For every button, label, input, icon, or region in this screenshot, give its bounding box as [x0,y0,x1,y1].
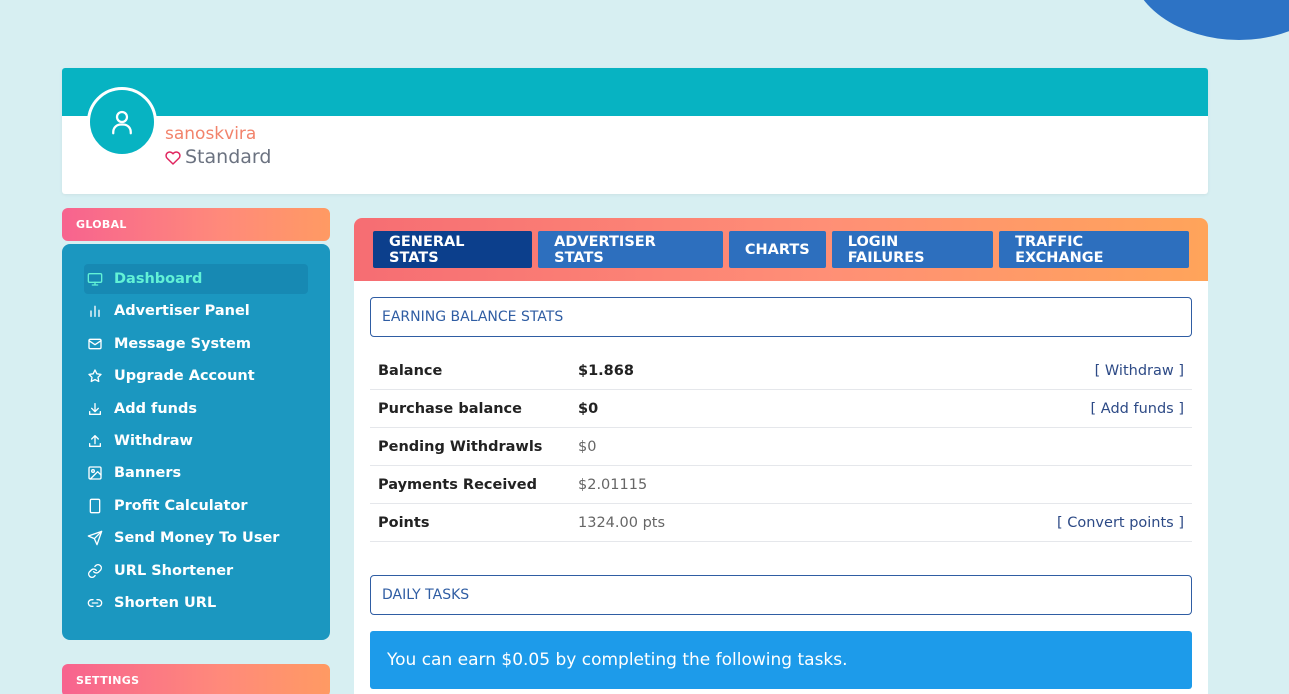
withdraw-link[interactable]: [ Withdraw ] [1095,363,1184,379]
stat-label: Payments Received [378,476,537,493]
stat-value: $1.868 [578,362,634,379]
convert-points-link[interactable]: [ Convert points ] [1057,515,1184,531]
sidebar-item-label: Withdraw [114,432,193,449]
tab-login-failures[interactable]: LOGIN FAILURES [831,231,994,268]
sidebar-item-label: Advertiser Panel [114,303,250,320]
sidebar-item-label: Add funds [114,400,197,417]
membership-level: Standard [165,146,271,168]
sidebar-item-dashboard[interactable]: Dashboard [84,264,308,294]
sidebar-item-withdraw[interactable]: Withdraw [84,426,308,456]
image-icon [86,464,104,482]
sidebar-item-upgrade-account[interactable]: Upgrade Account [84,361,308,391]
user-icon [112,110,132,135]
tab-advertiser-stats[interactable]: ADVERTISER STATS [538,231,723,268]
table-row: Balance $1.868 [ Withdraw ] [370,352,1192,390]
stat-label: Points [378,514,430,531]
sidebar-item-label: Dashboard [114,271,203,287]
earning-balance-title: EARNING BALANCE STATS [370,297,1192,337]
upload-icon [86,432,104,450]
daily-tasks-info: You can earn $0.05 by completing the fol… [370,631,1192,689]
sidebar-item-label: URL Shortener [114,562,234,579]
sidebar-item-url-shortener[interactable]: URL Shortener [84,556,308,586]
sidebar-item-advertiser-panel[interactable]: Advertiser Panel [84,296,308,326]
sidebar-item-label: Profit Calculator [114,497,248,514]
link-icon [86,562,104,580]
sidebar-item-shorten-url[interactable]: Shorten URL [84,588,308,618]
table-row: Payments Received $2.01115 [370,466,1192,504]
sidebar-nav: Dashboard Advertiser Panel Message Syste… [62,244,330,640]
sidebar-item-banners[interactable]: Banners [84,458,308,488]
membership-label: Standard [185,146,272,168]
profile-card: sanoskvira Standard [62,68,1208,194]
sidebar-item-message-system[interactable]: Message System [84,329,308,359]
mail-icon [86,335,104,353]
send-icon [86,529,104,547]
sidebar-item-label: Message System [114,335,251,352]
avatar[interactable] [87,87,157,157]
download-icon [86,400,104,418]
tab-bar: GENERAL STATS ADVERTISER STATS CHARTS LO… [354,218,1208,281]
sidebar-item-send-money[interactable]: Send Money To User [84,523,308,553]
sidebar-item-label: Send Money To User [114,530,280,547]
star-icon [86,367,104,385]
sidebar-item-add-funds[interactable]: Add funds [84,394,308,424]
main-panel: GENERAL STATS ADVERTISER STATS CHARTS LO… [354,218,1208,694]
sidebar-item-profit-calculator[interactable]: Profit Calculator [84,491,308,521]
monitor-icon [86,270,104,288]
sidebar-item-label: Banners [114,465,182,482]
earning-stats-table: Balance $1.868 [ Withdraw ] Purchase bal… [370,352,1192,542]
sidebar-item-label: Shorten URL [114,594,217,611]
sidebar-item-label: Upgrade Account [114,368,255,385]
stat-label: Purchase balance [378,400,522,417]
stat-value: $2.01115 [578,476,648,493]
tab-general-stats[interactable]: GENERAL STATS [373,231,533,268]
stat-value: 1324.00 pts [578,514,666,531]
bar-chart-icon [86,302,104,320]
global-section-header: GLOBAL [62,208,330,241]
link-alt-icon [86,594,104,612]
heart-icon [165,151,181,165]
stat-value: $0 [578,400,599,417]
profile-banner [62,68,1208,116]
tab-charts[interactable]: CHARTS [728,231,826,268]
calculator-icon [86,497,104,515]
table-row: Purchase balance $0 [ Add funds ] [370,390,1192,428]
table-row: Pending Withdrawls $0 [370,428,1192,466]
tab-traffic-exchange[interactable]: TRAFFIC EXCHANGE [999,231,1189,268]
add-funds-link[interactable]: [ Add funds ] [1091,401,1184,417]
stat-value: $0 [578,438,597,455]
corner-decoration [1129,0,1289,40]
stat-label: Pending Withdrawls [378,438,543,455]
table-row: Points 1324.00 pts [ Convert points ] [370,504,1192,542]
daily-tasks-title: DAILY TASKS [370,575,1192,615]
settings-section-header: SETTINGS [62,664,330,694]
username: sanoskvira [165,124,257,144]
stat-label: Balance [378,362,443,379]
